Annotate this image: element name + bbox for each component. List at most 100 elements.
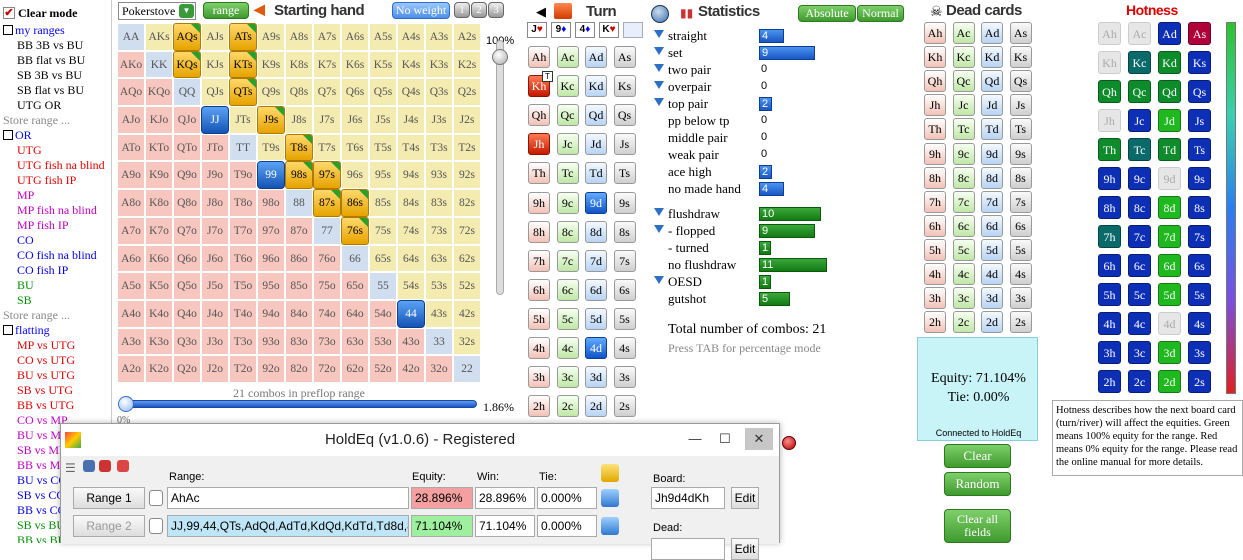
hand-cell[interactable]: AA: [117, 23, 145, 51]
range-item[interactable]: BB flat vs BU: [3, 53, 109, 68]
stat-label[interactable]: flushdraw: [668, 206, 720, 222]
filter-funnel-icon[interactable]: [654, 81, 664, 89]
hand-cell[interactable]: AQs: [173, 23, 201, 51]
minimize-icon[interactable]: —: [681, 428, 709, 450]
hand-cell[interactable]: T9s: [257, 133, 285, 162]
hand-cell[interactable]: AQo: [117, 78, 145, 107]
hotness-card[interactable]: 3h: [1098, 341, 1121, 364]
range-item[interactable]: UTG fish na blind: [3, 158, 109, 173]
turn-card-3d[interactable]: 3d: [585, 366, 607, 389]
range-button[interactable]: range: [203, 2, 249, 19]
hand-cell[interactable]: Q7o: [173, 216, 201, 245]
turn-card-4h[interactable]: 4h: [528, 337, 550, 359]
turn-card-As[interactable]: As: [613, 46, 636, 68]
hotness-card[interactable]: 3d: [1158, 341, 1181, 364]
range-2-input[interactable]: JJ,99,44,QTs,AdQd,AdTd,KdQd,KdTd,Td8d,8d…: [167, 515, 409, 537]
range-item[interactable]: UTG fish IP: [3, 173, 109, 188]
turn-card-5h[interactable]: 5h: [528, 307, 550, 330]
filter-funnel-icon[interactable]: [654, 276, 664, 284]
hand-cell[interactable]: 72s: [453, 216, 481, 245]
dead-card-4h[interactable]: 4h: [924, 263, 946, 285]
hand-cell[interactable]: A5s: [369, 23, 397, 51]
dead-card-3s[interactable]: 3s: [1009, 287, 1032, 310]
dead-card-Jh[interactable]: Jh: [924, 94, 946, 117]
stat-label[interactable]: top pair: [668, 96, 708, 112]
save-icon[interactable]: [99, 460, 111, 472]
copy-icon[interactable]: [149, 490, 163, 506]
hand-cell[interactable]: AJs: [201, 23, 229, 51]
range-1-button[interactable]: Range 1: [73, 487, 145, 509]
hand-cell[interactable]: Q2s: [453, 78, 481, 107]
hand-cell[interactable]: A6s: [341, 23, 369, 51]
hand-cell[interactable]: 93o: [257, 327, 285, 356]
stat-label[interactable]: - turned: [668, 240, 709, 256]
turn-card-8h[interactable]: 8h: [528, 220, 550, 243]
hand-cell[interactable]: 94o: [257, 299, 285, 328]
hand-cell[interactable]: J2o: [201, 355, 229, 383]
hotness-card[interactable]: 2s: [1188, 370, 1211, 393]
hand-cell[interactable]: K2o: [145, 355, 173, 383]
dead-card-9s[interactable]: 9s: [1009, 142, 1032, 165]
hand-cell[interactable]: A8o: [117, 189, 145, 217]
hand-cell[interactable]: 32s: [453, 327, 481, 356]
hotness-card[interactable]: 7h: [1098, 225, 1121, 248]
hand-cell[interactable]: 54o: [369, 299, 397, 328]
hotness-card[interactable]: Ad: [1158, 22, 1181, 45]
dead-card-Ah[interactable]: Ah: [924, 22, 946, 44]
hotness-card[interactable]: Ts: [1188, 138, 1211, 161]
hand-cell[interactable]: K3o: [145, 327, 173, 356]
clear-all-fields-button[interactable]: Clear all fields: [944, 509, 1011, 543]
stat-label[interactable]: gutshot: [668, 291, 706, 307]
hand-cell[interactable]: A6o: [117, 244, 145, 273]
hotness-card[interactable]: Jh: [1098, 109, 1121, 132]
hotness-card[interactable]: 9c: [1128, 167, 1151, 190]
hand-cell[interactable]: K3s: [425, 50, 453, 79]
range-item[interactable]: MP fish IP: [3, 218, 109, 233]
hand-cell[interactable]: KQo: [145, 78, 173, 107]
hand-cell[interactable]: 42s: [453, 299, 481, 328]
hand-cell[interactable]: K9o: [145, 161, 173, 190]
dead-card-9d[interactable]: 9d: [981, 142, 1003, 165]
turn-card-Kc[interactable]: Kc: [556, 75, 579, 98]
hotness-card[interactable]: 4s: [1188, 312, 1211, 335]
hotness-card[interactable]: 6d: [1158, 254, 1181, 277]
hand-cell[interactable]: 98o: [257, 189, 285, 217]
no-weight-button[interactable]: No weight: [392, 2, 450, 19]
hand-cell[interactable]: AJo: [117, 106, 145, 134]
hotness-card[interactable]: 4d: [1158, 312, 1181, 335]
dead-card-Kd[interactable]: Kd: [981, 46, 1003, 69]
hotness-card[interactable]: 3c: [1128, 341, 1151, 364]
hand-cell[interactable]: 74o: [313, 299, 341, 328]
dead-card-4d[interactable]: 4d: [981, 263, 1003, 285]
hand-cell[interactable]: 83s: [425, 189, 453, 217]
turn-card-Jd[interactable]: Jd: [585, 133, 607, 156]
dead-card-9h[interactable]: 9h: [924, 142, 946, 165]
turn-card-Ts[interactable]: Ts: [613, 162, 636, 185]
range-item[interactable]: MP fish na blind: [3, 203, 109, 218]
hand-cell[interactable]: Q8s: [285, 78, 313, 107]
turn-card-2s[interactable]: 2s: [613, 395, 636, 418]
board-edit-button[interactable]: Edit: [731, 487, 759, 509]
hand-cell[interactable]: 53o: [369, 327, 397, 356]
hand-cell[interactable]: K4o: [145, 299, 173, 328]
funnel-icon[interactable]: [651, 5, 669, 23]
dead-card-4s[interactable]: 4s: [1009, 263, 1032, 285]
turn-card-Qc[interactable]: Qc: [556, 104, 579, 127]
turn-card-3h[interactable]: 3h: [528, 366, 550, 389]
hotness-card[interactable]: 7c: [1128, 225, 1151, 248]
hand-cell[interactable]: 96o: [257, 244, 285, 273]
dead-card-5h[interactable]: 5h: [924, 238, 946, 261]
dead-card-2h[interactable]: 2h: [924, 311, 946, 334]
hotness-card[interactable]: 8h: [1098, 196, 1121, 219]
hotness-card[interactable]: 8c: [1128, 196, 1151, 219]
turn-card-Th[interactable]: Th: [528, 162, 550, 185]
stat-label[interactable]: no made hand: [668, 181, 741, 197]
hotness-card[interactable]: Kh: [1098, 51, 1121, 74]
turn-card-6s[interactable]: 6s: [613, 278, 636, 301]
hand-cell[interactable]: Q3s: [425, 78, 453, 107]
hand-cell[interactable]: T2o: [229, 355, 257, 383]
hand-cell[interactable]: 83o: [285, 327, 313, 356]
hand-cell[interactable]: Q7s: [313, 78, 341, 107]
turn-card-Qd[interactable]: Qd: [585, 104, 607, 127]
hotness-card[interactable]: Ks: [1188, 51, 1211, 74]
